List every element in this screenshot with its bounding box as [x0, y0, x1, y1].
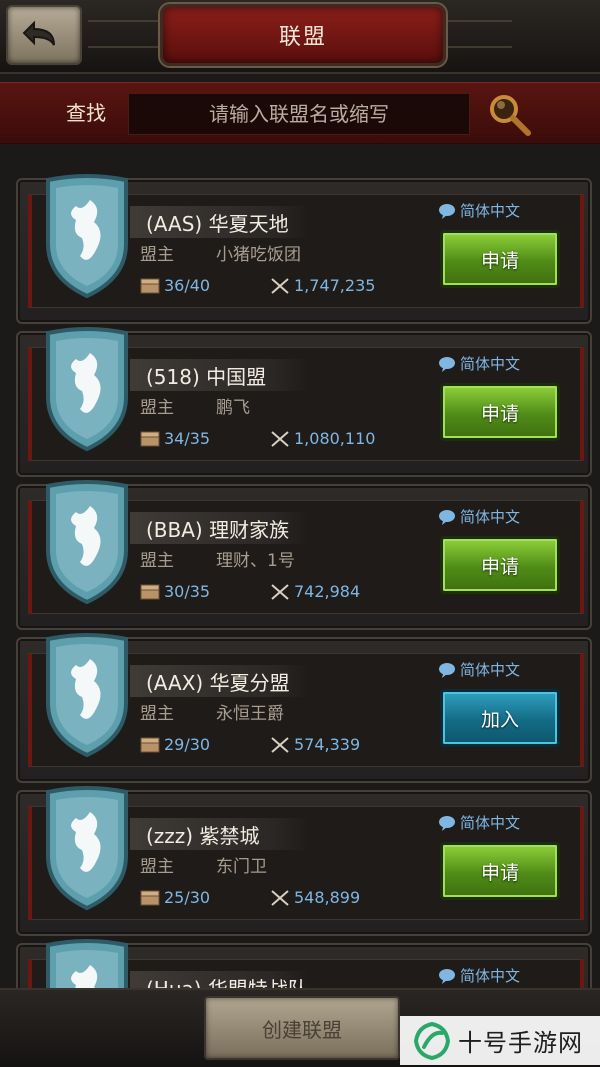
language-tag: 简体中文 [438, 965, 520, 986]
member-count-value: 29/30 [164, 735, 211, 754]
apply-button[interactable]: 申请 [440, 383, 560, 441]
alliance-emblem-icon [46, 174, 128, 299]
header-ornament-left [88, 20, 158, 48]
speech-bubble-icon [439, 509, 455, 525]
apply-button[interactable]: 申请 [440, 536, 560, 594]
magnifier-icon [490, 95, 531, 136]
alliance-emblem-icon [46, 939, 128, 988]
member-count: 29/30 [140, 735, 210, 754]
speech-bubble-icon [439, 662, 455, 678]
leader-name: 鹏飞 [216, 398, 250, 418]
power-stat: 574,339 [270, 735, 360, 754]
language-tag: 简体中文 [438, 659, 520, 680]
speech-bubble-icon [439, 815, 455, 831]
apply-button[interactable]: 申请 [440, 842, 560, 900]
top-bar: 联盟 [0, 0, 600, 74]
speech-bubble-icon [439, 356, 455, 372]
search-input[interactable]: 请输入联盟名或缩写 [128, 93, 470, 135]
speech-bubble-icon [439, 968, 455, 984]
alliance-card[interactable]: (zzz) 紫禁城 盟主 东门卫 简体中文 25/30 548,899 申请 [16, 786, 592, 936]
search-button[interactable] [484, 89, 534, 143]
member-count: 36/40 [140, 276, 210, 295]
alliance-name: (BBA) 理财家族 [146, 518, 290, 542]
member-count-value: 30/35 [164, 582, 211, 601]
crossed-swords-icon [271, 736, 289, 753]
alliance-list[interactable]: (AAS) 华夏天地 盟主 小猪吃饭团 简体中文 36/40 1,747,235… [0, 158, 600, 988]
leader-name: 理财、1号 [216, 551, 295, 571]
crossed-swords-icon [271, 277, 289, 294]
member-count-value: 36/40 [164, 276, 211, 295]
alliance-emblem-icon [46, 786, 128, 911]
members-icon [140, 584, 160, 599]
language-label: 简体中文 [460, 661, 521, 679]
members-icon [140, 278, 160, 293]
alliance-card[interactable]: (AAS) 华夏天地 盟主 小猪吃饭团 简体中文 36/40 1,747,235… [16, 174, 592, 324]
leader-name: 东门卫 [216, 857, 267, 877]
member-count-value: 34/35 [164, 429, 211, 448]
alliance-name: (Hua) 华盟特战队 [146, 973, 308, 988]
crossed-swords-icon [271, 583, 289, 600]
watermark-logo-icon [413, 1021, 451, 1060]
language-label: 简体中文 [460, 355, 521, 373]
join-button[interactable]: 加入 [440, 689, 560, 747]
crossed-swords-icon [271, 889, 289, 906]
language-label: 简体中文 [460, 202, 521, 220]
power-value: 548,899 [294, 888, 361, 907]
language-tag: 简体中文 [438, 200, 520, 221]
crossed-swords-icon [271, 430, 289, 447]
leader-name: 永恒王爵 [216, 704, 284, 724]
language-tag: 简体中文 [438, 506, 520, 527]
power-stat: 548,899 [270, 888, 360, 907]
language-label: 简体中文 [460, 508, 521, 526]
alliance-name: (AAX) 华夏分盟 [146, 671, 290, 695]
member-count: 34/35 [140, 429, 210, 448]
alliance-emblem-icon [46, 480, 128, 605]
power-value: 1,080,110 [294, 429, 376, 448]
speech-bubble-icon [439, 203, 455, 219]
create-alliance-button[interactable]: 创建联盟 [204, 996, 400, 1060]
power-stat: 1,080,110 [270, 429, 375, 448]
apply-button[interactable]: 申请 [440, 230, 560, 288]
power-value: 742,984 [294, 582, 361, 601]
leader-label: 盟主 [140, 857, 174, 877]
leader-label: 盟主 [140, 704, 174, 724]
search-label: 查找 [66, 101, 106, 125]
header-ornament-right [442, 20, 512, 48]
alliance-name: (zzz) 紫禁城 [146, 824, 260, 848]
alliance-name: (518) 中国盟 [146, 365, 267, 389]
alliance-emblem-icon [46, 327, 128, 452]
alliance-emblem-icon [46, 633, 128, 758]
power-value: 574,339 [294, 735, 361, 754]
watermark: 十号手游网 [400, 1016, 600, 1065]
member-count: 25/30 [140, 888, 210, 907]
alliance-name: (AAS) 华夏天地 [146, 212, 289, 236]
search-bar: 查找 请输入联盟名或缩写 [0, 82, 600, 144]
watermark-text: 十号手游网 [458, 1029, 583, 1057]
power-stat: 1,747,235 [270, 276, 375, 295]
member-count-value: 25/30 [164, 888, 211, 907]
power-value: 1,747,235 [294, 276, 376, 295]
leader-label: 盟主 [140, 398, 174, 418]
back-button[interactable] [6, 5, 82, 65]
members-icon [140, 431, 160, 446]
back-arrow-icon [22, 20, 55, 46]
power-stat: 742,984 [270, 582, 360, 601]
alliance-card[interactable]: (518) 中国盟 盟主 鹏飞 简体中文 34/35 1,080,110 申请 [16, 327, 592, 477]
members-icon [140, 890, 160, 905]
page-title: 联盟 [160, 4, 446, 66]
leader-label: 盟主 [140, 245, 174, 265]
language-label: 简体中文 [460, 967, 521, 985]
alliance-card[interactable]: (AAX) 华夏分盟 盟主 永恒王爵 简体中文 29/30 574,339 加入 [16, 633, 592, 783]
language-tag: 简体中文 [438, 353, 520, 374]
leader-label: 盟主 [140, 551, 174, 571]
alliance-card[interactable]: (BBA) 理财家族 盟主 理财、1号 简体中文 30/35 742,984 申… [16, 480, 592, 630]
member-count: 30/35 [140, 582, 210, 601]
members-icon [140, 737, 160, 752]
language-label: 简体中文 [460, 814, 521, 832]
alliance-card[interactable]: (Hua) 华盟特战队 简体中文 [16, 939, 592, 988]
leader-name: 小猪吃饭团 [216, 245, 301, 265]
language-tag: 简体中文 [438, 812, 520, 833]
